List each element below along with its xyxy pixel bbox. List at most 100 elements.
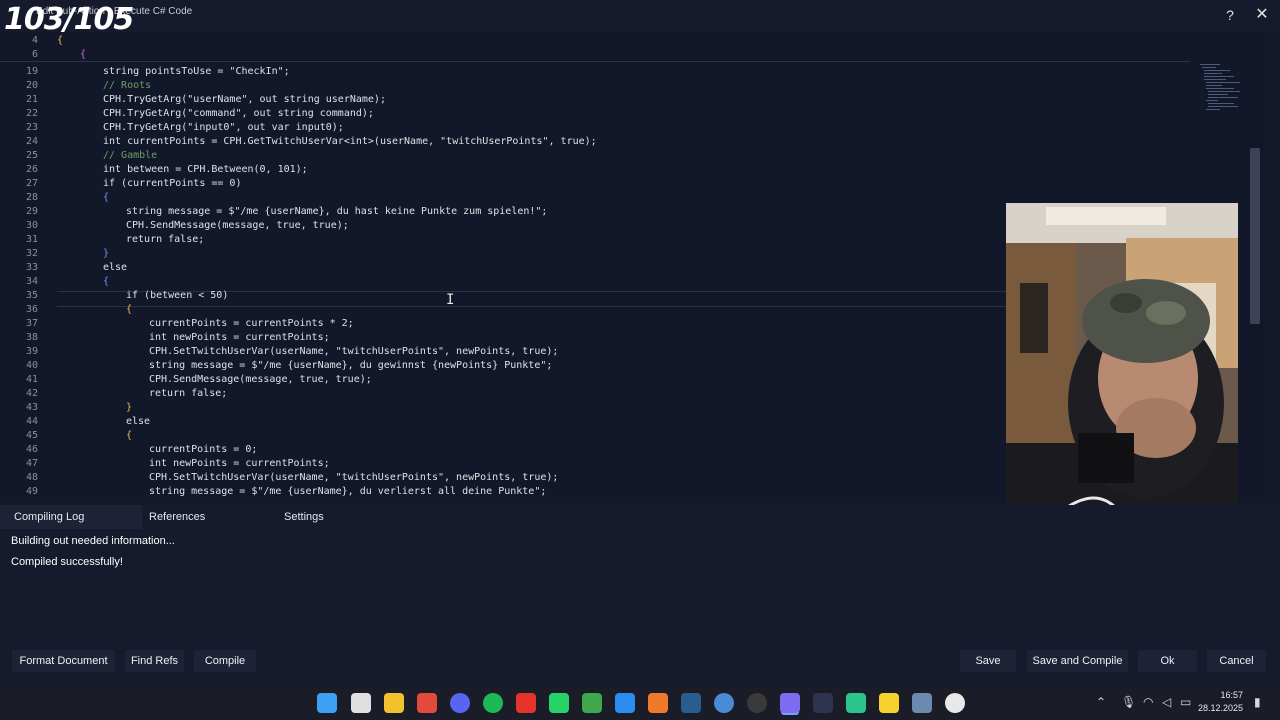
line-number: 4 [31,35,38,46]
line-number: 31 [25,234,38,245]
code-text[interactable]: else [103,261,127,275]
code-line[interactable]: 27 if (currentPoints == 0) [0,177,1200,191]
line-number: 41 [25,374,38,385]
code-text[interactable]: int between = CPH.Between(0, 101); [103,163,308,177]
code-text[interactable]: { [57,34,63,48]
code-text[interactable]: string pointsToUse = "CheckIn"; [103,65,290,79]
line-number: 27 [25,178,38,189]
audio-app-icon[interactable] [813,693,833,713]
code-text[interactable]: currentPoints = currentPoints * 2; [149,317,354,331]
line-number: 28 [25,192,38,203]
code-line[interactable]: 20 // Roots [0,79,1200,93]
windows-start-icon[interactable] [317,693,337,713]
notepad-green-icon[interactable] [582,693,602,713]
code-text[interactable]: else [126,415,150,429]
code-line[interactable]: 23 CPH.TryGetArg("input0", out var input0… [0,121,1200,135]
code-text[interactable]: // Gamble [103,149,157,163]
code-line[interactable]: 22 CPH.TryGetArg("command", out string co… [0,107,1200,121]
taskbar-clock[interactable]: 16:57 28.12.2025 [1198,689,1243,715]
notification-icon[interactable]: ▮ [1254,695,1261,709]
code-text[interactable]: int newPoints = currentPoints; [149,457,330,471]
file-explorer-icon[interactable] [384,693,404,713]
app-blue-round-icon[interactable] [714,693,734,713]
line-number: 46 [25,444,38,455]
log-line: Building out needed information... [11,535,175,547]
line-number: 37 [25,318,38,329]
streamerbot-icon[interactable] [780,693,800,713]
code-text[interactable]: { [103,191,109,205]
steam-icon[interactable] [681,693,701,713]
code-text[interactable]: string message = $"/me {userName}, du ve… [149,485,546,499]
compile-button[interactable]: Compile [194,650,256,672]
ok-button[interactable]: Ok [1138,650,1197,672]
sticky-notes-icon[interactable] [879,693,899,713]
line-number: 30 [25,220,38,231]
code-text[interactable]: CPH.SendMessage(message, true, true); [149,373,372,387]
app-green-icon[interactable] [846,693,866,713]
code-text[interactable]: currentPoints = 0; [149,443,257,457]
volume-icon[interactable]: ◁ [1162,695,1171,709]
app-multicolor-icon[interactable] [912,693,932,713]
minimap[interactable] [1196,62,1244,120]
search-icon[interactable] [351,693,371,713]
line-number: 48 [25,472,38,483]
code-text[interactable]: CPH.SendMessage(message, true, true); [126,219,349,233]
code-text[interactable]: if (between < 50) [126,289,228,303]
code-text[interactable]: } [103,247,109,261]
chevron-up-icon[interactable]: ⌃ [1096,695,1106,709]
code-text[interactable]: string message = $"/me {userName}, du ha… [126,205,547,219]
code-text[interactable]: CPH.SetTwitchUserVar(userName, "twitchUs… [149,345,558,359]
app-red-icon[interactable] [516,693,536,713]
code-text[interactable]: { [126,429,132,443]
tab-references[interactable]: References [149,505,205,529]
tab-settings[interactable]: Settings [284,505,324,529]
code-line[interactable]: 19 string pointsToUse = "CheckIn"; [0,65,1200,79]
code-text[interactable]: return false; [149,387,227,401]
code-text[interactable]: CPH.TryGetArg("input0", out var input0); [103,121,344,135]
line-number: 32 [25,248,38,259]
line-number: 29 [25,206,38,217]
discord-icon[interactable] [450,693,470,713]
code-text[interactable]: if (currentPoints == 0) [103,177,241,191]
editor-scrollbar-thumb[interactable] [1250,148,1260,324]
chatgpt-icon[interactable] [945,693,965,713]
tab-compiling-log[interactable]: Compiling Log [0,505,142,529]
code-line[interactable]: 26 int between = CPH.Between(0, 101); [0,163,1200,177]
code-text[interactable]: return false; [126,233,204,247]
code-text[interactable]: { [126,303,132,317]
code-line[interactable]: 25 // Gamble [0,149,1200,163]
code-text[interactable]: { [103,275,109,289]
code-text[interactable]: CPH.TryGetArg("command", out string comm… [103,107,374,121]
code-text[interactable]: CPH.TryGetArg("userName", out string use… [103,93,386,107]
code-text[interactable]: int newPoints = currentPoints; [149,331,330,345]
line-number: 39 [25,346,38,357]
battery-icon[interactable]: ▭ [1180,695,1191,709]
find-refs-button[interactable]: Find Refs [125,650,184,672]
app-orange-icon[interactable] [648,693,668,713]
code-line[interactable]: 21 CPH.TryGetArg("userName", out string u… [0,93,1200,107]
chrome-icon[interactable] [417,693,437,713]
code-text[interactable]: { [80,48,86,62]
spotify-icon[interactable] [483,693,503,713]
code-text[interactable]: // Roots [103,79,151,93]
code-line[interactable]: 4{ [0,34,1200,48]
microphone-icon[interactable]: 🎙 [1121,695,1136,709]
cancel-button[interactable]: Cancel [1207,650,1266,672]
code-text[interactable]: int currentPoints = CPH.GetTwitchUserVar… [103,135,597,149]
vscode-icon[interactable] [615,693,635,713]
save-and-compile-button[interactable]: Save and Compile [1027,650,1128,672]
code-line[interactable]: 6{ [0,48,1200,62]
obs-icon[interactable] [747,693,767,713]
wifi-icon[interactable]: ◠ [1143,695,1153,709]
code-text[interactable]: string message = $"/me {userName}, du ge… [149,359,552,373]
help-button[interactable]: ? [1219,4,1241,26]
whatsapp-icon[interactable] [549,693,569,713]
close-button[interactable]: ✕ [1251,4,1273,26]
code-text[interactable]: } [126,401,132,415]
code-line[interactable]: 24 int currentPoints = CPH.GetTwitchUserV… [0,135,1200,149]
format-document-button[interactable]: Format Document [12,650,115,672]
editor-scrollbar-track[interactable] [1248,64,1262,500]
save-button[interactable]: Save [960,650,1016,672]
code-text[interactable]: CPH.SetTwitchUserVar(userName, "twitchUs… [149,471,558,485]
line-number: 42 [25,388,38,399]
